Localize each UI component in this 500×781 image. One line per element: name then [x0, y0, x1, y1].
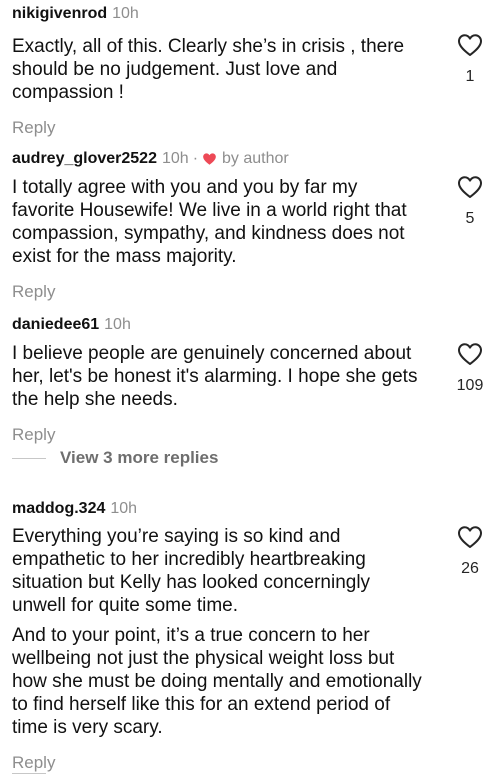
comment-username[interactable]: nikigivenrod [12, 5, 107, 23]
heart-outline-icon[interactable] [457, 525, 483, 549]
comment-paragraph: I believe people are genuinely concerned… [12, 343, 418, 410]
reply-button[interactable]: Reply [12, 752, 488, 774]
like-control: 5 [452, 175, 488, 228]
comment: maddog.324 10h Everything you’re saying … [12, 498, 488, 774]
comment: audrey_glover2522 10h · by author I tota… [12, 148, 488, 303]
comment-paragraph: Exactly, all of this. Clearly she’s in c… [12, 36, 405, 103]
like-control: 1 [452, 33, 488, 86]
heart-filled-icon [203, 153, 216, 165]
comment-meta: maddog.324 10h [12, 498, 488, 520]
comment-meta: audrey_glover2522 10h · by author [12, 148, 488, 170]
replies-divider-partial [12, 771, 46, 781]
liked-by-author-label: by author [222, 150, 289, 167]
replies-divider [12, 773, 46, 774]
heart-outline-icon[interactable] [457, 175, 483, 199]
comment-text: Exactly, all of this. Clearly she’s in c… [12, 35, 422, 104]
comment-meta: nikigivenrod 10h [12, 3, 488, 25]
reply-button[interactable]: Reply [12, 424, 488, 446]
heart-outline-icon[interactable] [457, 33, 483, 57]
like-count: 5 [465, 210, 475, 227]
comment-paragraph: Everything you’re saying is so kind and … [12, 526, 371, 616]
comment-text: I believe people are genuinely concerned… [12, 342, 422, 411]
comment-username[interactable]: maddog.324 [12, 500, 105, 518]
like-control: 109 [452, 342, 488, 395]
comment-text: Everything you’re saying is so kind and … [12, 525, 422, 739]
comment-timestamp: 10h [110, 500, 138, 517]
view-more-replies-label[interactable]: View 3 more replies [60, 448, 218, 468]
comment-timestamp: 10h [104, 316, 131, 333]
comment-paragraph: And to your point, it’s a true concern t… [12, 625, 422, 738]
replies-divider [12, 457, 46, 459]
reply-button[interactable]: Reply [12, 281, 488, 303]
comment-meta: daniedee61 10h [12, 314, 488, 336]
reply-button[interactable]: Reply [12, 117, 488, 139]
like-count: 109 [456, 377, 484, 394]
comment-text: I totally agree with you and you by far … [12, 176, 422, 268]
view-more-replies[interactable]: View 3 more replies [12, 447, 218, 469]
comment-timestamp: 10h [161, 150, 189, 167]
comment: daniedee61 10h I believe people are genu… [12, 314, 488, 446]
like-count: 26 [461, 560, 479, 577]
like-control: 26 [452, 525, 488, 578]
comment-username[interactable]: audrey_glover2522 [12, 150, 157, 168]
comment: nikigivenrod 10h Exactly, all of this. C… [12, 3, 488, 139]
comment-timestamp: 10h [112, 5, 139, 22]
heart-outline-icon[interactable] [457, 342, 483, 366]
meta-separator: · [192, 150, 199, 167]
comment-username[interactable]: daniedee61 [12, 316, 99, 334]
comment-paragraph: I totally agree with you and you by far … [12, 177, 407, 267]
like-count: 1 [465, 68, 475, 85]
